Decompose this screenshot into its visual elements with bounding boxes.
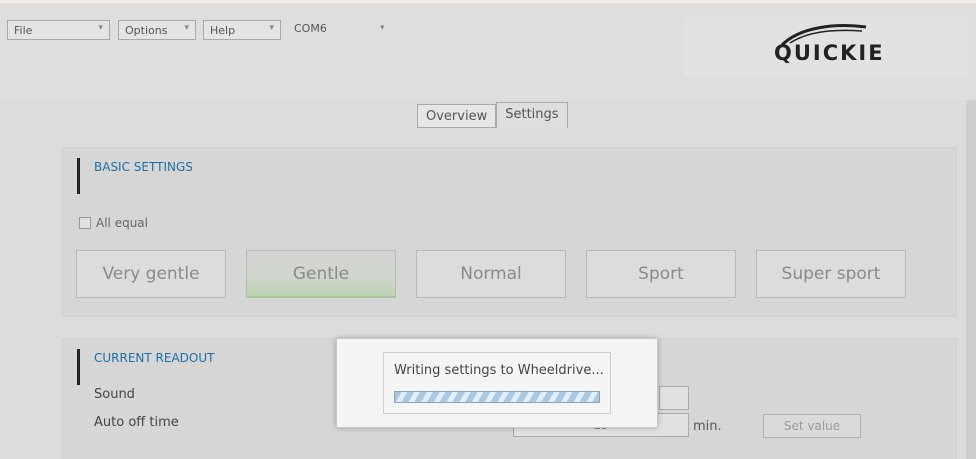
logo-text: QUICKIE	[774, 41, 885, 65]
progress-dialog: Writing settings to Wheeldrive...	[336, 338, 658, 428]
dialog-content: Writing settings to Wheeldrive...	[383, 352, 611, 414]
profile-very-gentle-button[interactable]: Very gentle	[76, 250, 226, 298]
profile-super-sport-button[interactable]: Super sport	[756, 250, 906, 298]
section-marker	[77, 158, 80, 194]
progress-bar	[394, 391, 600, 403]
dialog-message: Writing settings to Wheeldrive...	[394, 363, 604, 378]
set-value-button[interactable]: Set value	[763, 414, 861, 438]
tab-overview[interactable]: Overview	[417, 104, 497, 128]
profile-gentle-button[interactable]: Gentle	[246, 250, 396, 298]
tab-bar: Overview Settings	[417, 102, 568, 128]
profile-sport-button[interactable]: Sport	[586, 250, 736, 298]
profile-normal-button[interactable]: Normal	[416, 250, 566, 298]
logo-area: QUICKIE	[684, 17, 968, 77]
help-menu[interactable]: Help ▾	[203, 20, 281, 40]
all-equal-checkbox[interactable]: All equal	[79, 216, 148, 230]
chevron-down-icon[interactable]: ▾	[380, 23, 385, 33]
sound-label: Sound	[94, 387, 135, 402]
basic-settings-panel: BASIC SETTINGS All equal Very gentle Gen…	[62, 147, 957, 317]
auto-off-unit: min.	[693, 419, 722, 434]
section-marker	[77, 349, 80, 385]
options-menu[interactable]: Options ▾	[118, 20, 196, 40]
all-equal-label: All equal	[96, 216, 148, 230]
file-menu-label: File	[14, 23, 33, 37]
com-port-select[interactable]: COM6	[294, 22, 327, 35]
top-toolbar: File ▾ Options ▾ Help ▾ COM6 ▾ QUICKIE	[0, 0, 976, 100]
chevron-down-icon: ▾	[98, 23, 103, 33]
options-menu-label: Options	[125, 23, 168, 37]
section-title: CURRENT READOUT	[94, 351, 215, 365]
help-menu-label: Help	[210, 23, 236, 37]
checkbox-icon[interactable]	[79, 217, 91, 229]
file-menu[interactable]: File ▾	[7, 20, 110, 40]
tab-settings[interactable]: Settings	[496, 102, 568, 128]
window-edge	[966, 100, 976, 459]
auto-off-time-label: Auto off time	[94, 415, 179, 430]
chevron-down-icon: ▾	[184, 23, 189, 33]
sound-field[interactable]	[659, 386, 689, 410]
chevron-down-icon: ▾	[269, 23, 274, 33]
section-title: BASIC SETTINGS	[94, 160, 193, 174]
